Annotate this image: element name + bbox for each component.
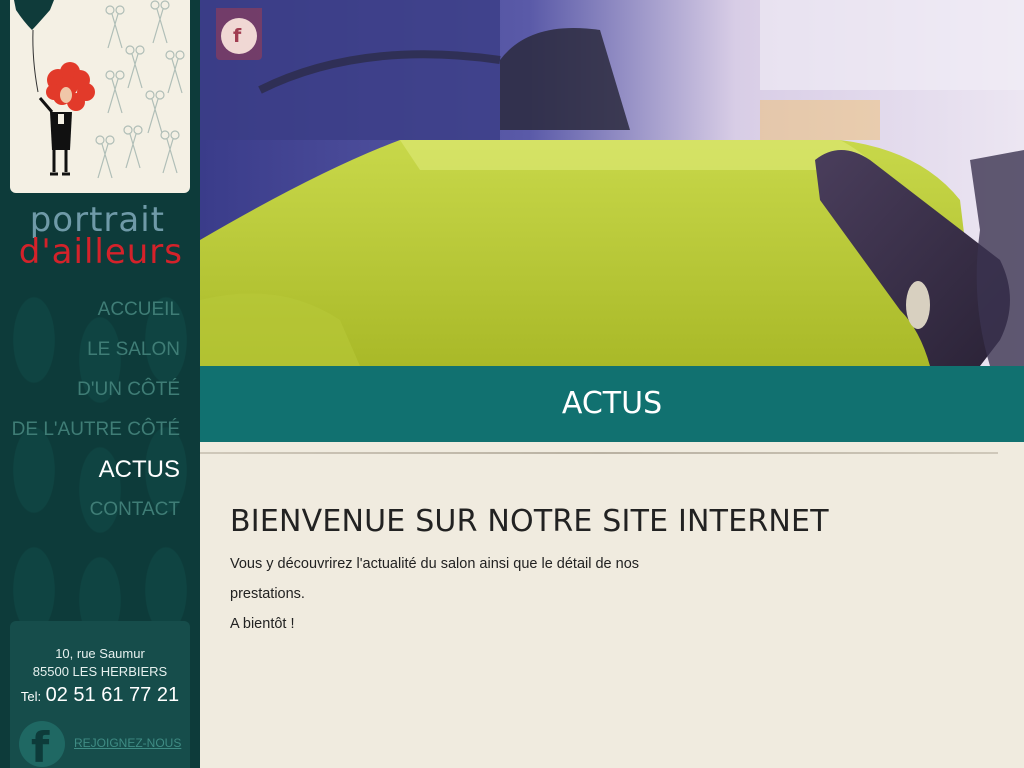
hero-photo xyxy=(200,0,1024,366)
facebook-button[interactable]: f xyxy=(216,8,262,60)
address-street: 10, rue Saumur xyxy=(55,646,145,661)
contact-box: 10, rue Saumur 85500 LES HERBIERS Tel: 0… xyxy=(10,621,190,768)
page-title: ACTUS xyxy=(561,386,663,421)
article: BIENVENUE SUR NOTRE SITE INTERNET Vous y… xyxy=(230,504,990,639)
brand-line-2: d'ailleurs xyxy=(18,232,183,272)
address: 10, rue Saumur 85500 LES HERBIERS xyxy=(10,645,190,681)
sidebar: portrait d'ailleurs ACCUEIL LE SALON D'U… xyxy=(0,0,200,768)
hero-image xyxy=(200,0,1024,366)
nav-item-accueil[interactable]: ACCUEIL xyxy=(0,290,180,330)
article-paragraph-2: A bientôt ! xyxy=(230,616,295,632)
article-heading: BIENVENUE SUR NOTRE SITE INTERNET xyxy=(230,504,829,539)
brand-logotype[interactable]: portrait d'ailleurs xyxy=(0,203,185,272)
divider xyxy=(200,452,998,454)
page-title-bar: ACTUS xyxy=(200,366,1024,442)
logo-illustration[interactable] xyxy=(10,0,190,193)
nav-item-le-salon[interactable]: LE SALON xyxy=(0,330,180,370)
nav-item-contact[interactable]: CONTACT xyxy=(0,490,180,530)
article-paragraph-1: Vous y découvrirez l'actualité du salon … xyxy=(230,549,990,609)
join-us-link[interactable]: REJOIGNEZ-NOUS xyxy=(74,736,181,750)
phone-label: Tel: xyxy=(20,689,42,704)
phone-number[interactable]: 02 51 61 77 21 xyxy=(46,684,179,706)
main-nav: ACCUEIL LE SALON D'UN CÔTÉ DE L'AUTRE CÔ… xyxy=(0,290,180,530)
facebook-icon: f xyxy=(221,18,257,54)
nav-item-actus[interactable]: ACTUS xyxy=(0,450,180,490)
nav-item-d-un-cote[interactable]: D'UN CÔTÉ xyxy=(0,370,180,410)
article-paragraph-1-line-1: Vous y découvrirez l'actualité du salon … xyxy=(230,556,640,572)
logo-drawing xyxy=(14,0,185,179)
address-city: 85500 LES HERBIERS xyxy=(32,664,168,679)
phone: Tel: 02 51 61 77 21 xyxy=(10,684,190,707)
nav-item-de-l-autre-cote[interactable]: DE L'AUTRE CÔTÉ xyxy=(0,410,180,450)
article-paragraph-1-line-2: prestations. xyxy=(230,586,305,602)
facebook-icon[interactable]: f xyxy=(19,721,65,768)
